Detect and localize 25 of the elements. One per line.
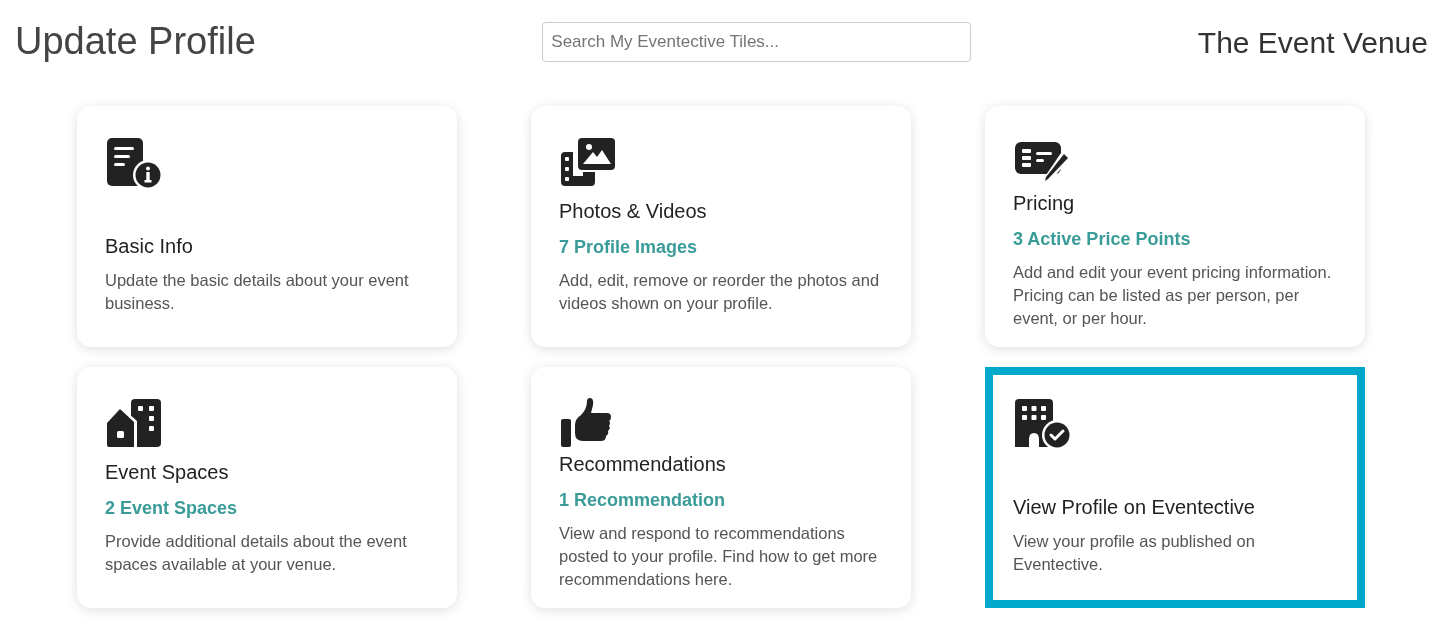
tile-description: Add and edit your event pricing information. Pricing can be listed as per person, per event, or per hour. [1013,262,1333,330]
tile-title: Photos & Videos [559,198,708,224]
venue-name: The Event Venue [1197,24,1428,61]
tile-card[interactable]: Recommendations 1 Recommendation View and respond to recommendations posted to your profile. Find how to get more recommendations here. [531,367,911,608]
tile-card[interactable]: Pricing 3 Active Price Points Add and edit your event pricing information. Pricing can be listed as per person, per event, or per hour. [985,106,1365,347]
tile-description: Update the basic details about your event business. [105,269,410,314]
photo-film-icon [559,136,617,188]
search-field[interactable]: Search My Eventective Tiles... [542,22,972,62]
tile-description: Provide additional details about the event spaces available at your venue. [105,530,408,575]
tile-title: Pricing [1013,191,1076,216]
tile-description: View your profile as published on Eventective. [1013,530,1256,575]
tile-description: View and respond to recommendations posted to your profile. Find how to get more recommendations here. [559,523,879,591]
tile-title: Recommendations [559,452,727,477]
tile-title: View Profile on Eventective [1013,494,1256,520]
tile-title: Event Spaces [105,459,230,485]
tile-card[interactable]: Basic Info Update the basic details about your event business. [77,106,457,347]
tile-description: Add, edit, remove or reorder the photos and videos shown on your profile. [559,269,881,314]
tile-title: Basic Info [105,233,194,259]
tile-card[interactable]: Event Spaces 2 Event Spaces Provide additional details about the event spaces available at your venue. [77,367,457,608]
page-title: Update Profile [15,19,256,65]
document-info-icon [105,136,163,188]
tile-card[interactable]: Photos & Videos 7 Profile Images Add, edit, remove or reorder the photos and videos shown on your profile. [531,106,911,347]
tile-card[interactable]: View Profile on Eventective View your profile as published on Eventective. [985,367,1365,608]
house-building-icon [105,397,163,449]
building-check-icon [1013,397,1071,449]
